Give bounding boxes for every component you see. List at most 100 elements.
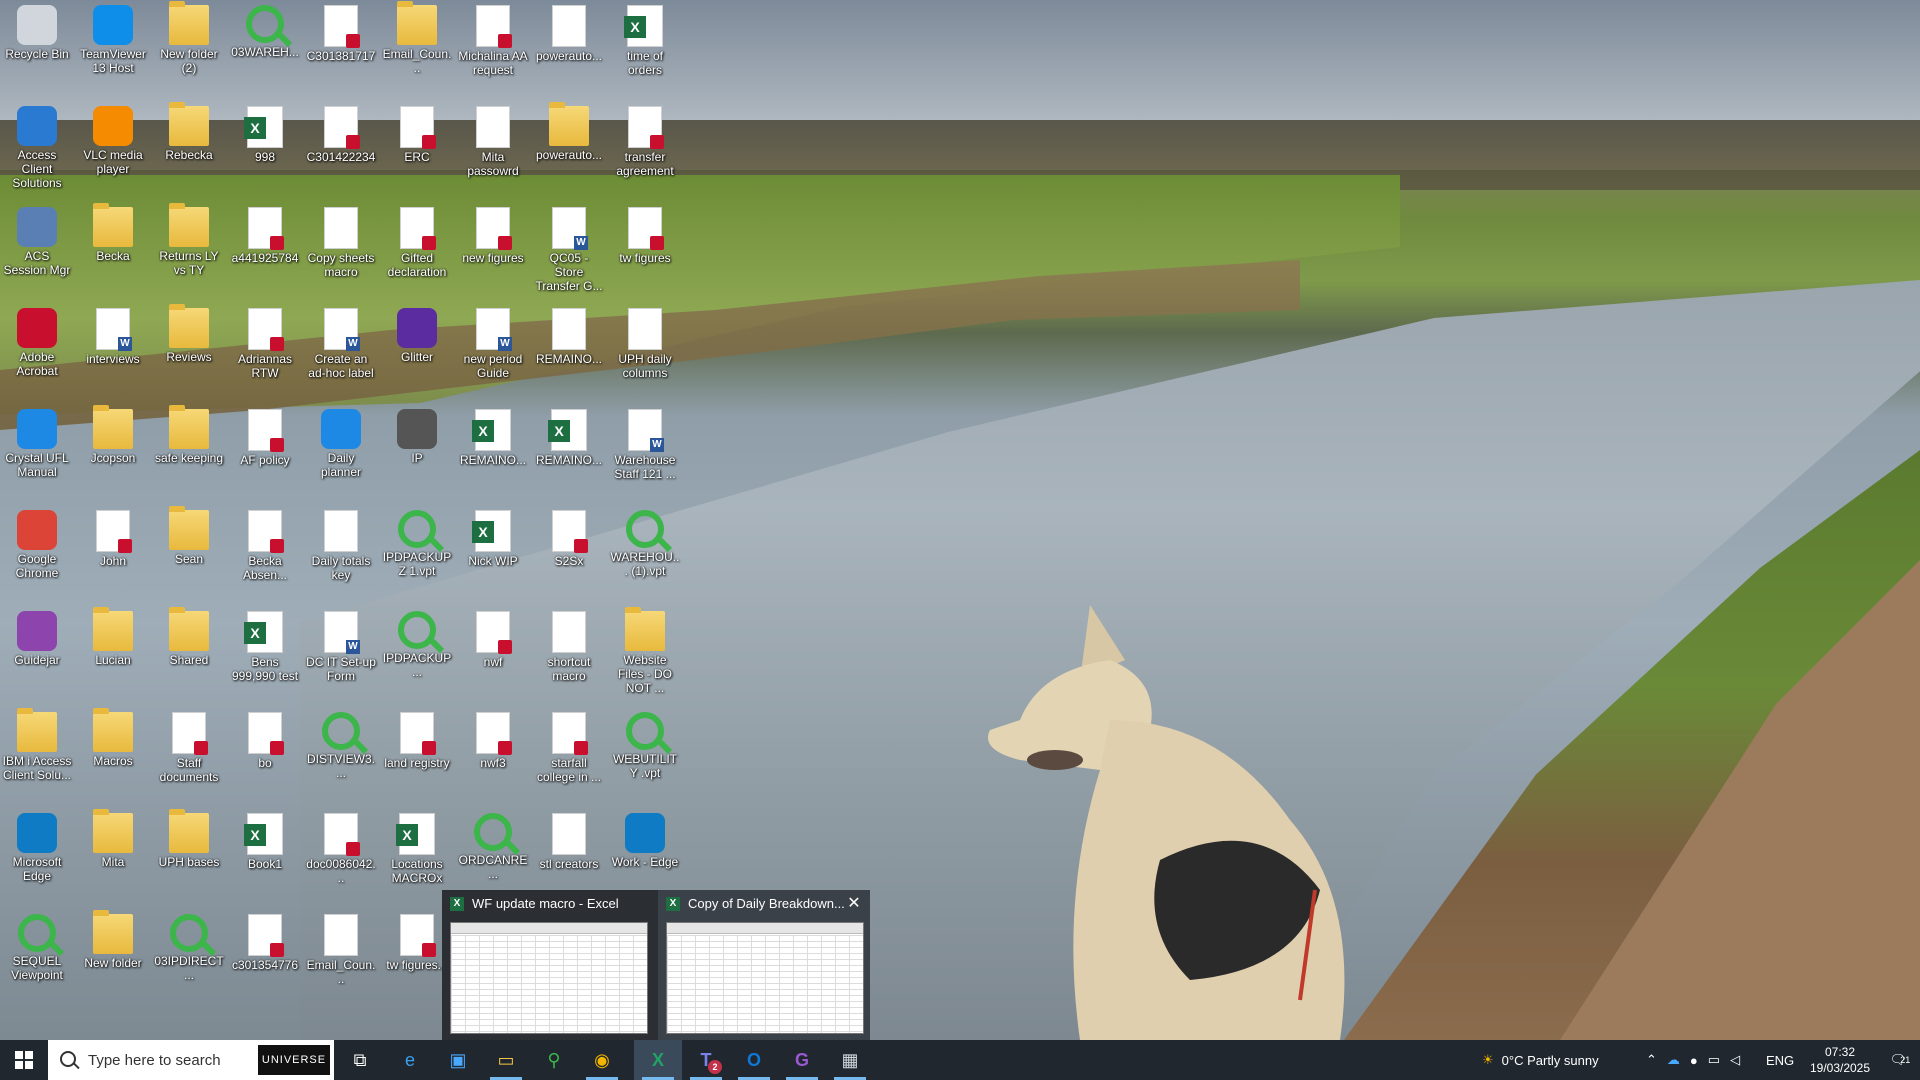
desktop-icon[interactable]: 03IPDIRECT...: [154, 914, 224, 982]
desktop-icon[interactable]: Website Files - DO NOT ...: [610, 607, 680, 695]
edge-taskbar-button[interactable]: e: [386, 1040, 434, 1080]
desktop-icon[interactable]: DISTVIEW3....: [306, 712, 376, 780]
search-highlight-badge[interactable]: UNIVERSE: [258, 1045, 330, 1075]
desktop-icon[interactable]: safe keeping: [154, 405, 224, 465]
desktop-icon[interactable]: Glitter: [382, 308, 452, 364]
desktop-icon[interactable]: Sean: [154, 506, 224, 566]
desktop-icon[interactable]: Shared: [154, 607, 224, 667]
desktop-icon[interactable]: Microsoft Edge: [2, 813, 72, 883]
notification-center-button[interactable]: 🗨 21: [1880, 1040, 1920, 1080]
desktop-icon[interactable]: Copy sheets macro: [306, 207, 376, 279]
start-button[interactable]: [0, 1040, 48, 1080]
desktop-icon[interactable]: land registry: [382, 712, 452, 770]
desktop-icon[interactable]: powerauto...: [534, 102, 604, 162]
excel-taskbar-button[interactable]: X: [634, 1040, 682, 1080]
desktop-icon[interactable]: Daily totals key: [306, 510, 376, 582]
desktop-icon[interactable]: Jcopson: [78, 405, 148, 465]
desktop-icon[interactable]: Locations MACROx: [382, 813, 452, 885]
desktop-icon[interactable]: shortcut macro: [534, 611, 604, 683]
desktop-icon[interactable]: QC05 - Store Transfer G...: [534, 207, 604, 293]
desktop-icon[interactable]: Reviews: [154, 304, 224, 364]
app-taskbar-button[interactable]: ▦: [826, 1040, 874, 1080]
volume-icon[interactable]: ◁: [1730, 1052, 1740, 1068]
desktop-icon[interactable]: Bens 999,990 test: [230, 611, 300, 683]
desktop-icon[interactable]: Nick WIP: [458, 510, 528, 568]
desktop-icon[interactable]: Daily planner: [306, 409, 376, 479]
desktop-icon[interactable]: IBM i Access Client Solu...: [2, 708, 72, 782]
desktop-icon[interactable]: WEBUTILITY .vpt: [610, 712, 680, 780]
task-view-button[interactable]: ⧉: [336, 1040, 384, 1080]
desktop-icon[interactable]: Becka Absen...: [230, 510, 300, 582]
desktop-icon[interactable]: New folder (2): [154, 1, 224, 75]
preview-thumbnail[interactable]: [666, 922, 864, 1034]
desktop-icon[interactable]: Macros: [78, 708, 148, 768]
desktop-icon[interactable]: Lucian: [78, 607, 148, 667]
desktop-icon[interactable]: C301381717: [306, 5, 376, 63]
desktop-icon[interactable]: ACS Session Mgr: [2, 207, 72, 277]
close-icon[interactable]: ✕: [844, 894, 864, 914]
desktop-icon[interactable]: Email_Coun...: [306, 914, 376, 986]
desktop-icon[interactable]: Mita: [78, 809, 148, 869]
desktop-icon[interactable]: Michalina AA request: [458, 5, 528, 77]
desktop-icon[interactable]: Gifted declaration: [382, 207, 452, 279]
clock[interactable]: 07:32 19/03/2025: [1800, 1040, 1880, 1080]
desktop-icon[interactable]: IPDPACKUP...: [382, 611, 452, 679]
desktop-icon[interactable]: powerauto...: [534, 5, 604, 63]
desktop-icon[interactable]: transfer agreement: [610, 106, 680, 178]
desktop-icon[interactable]: 998: [230, 106, 300, 164]
desktop-icon[interactable]: REMAINO...: [534, 308, 604, 366]
desktop-icon[interactable]: UPH daily columns: [610, 308, 680, 380]
desktop-icon[interactable]: Access Client Solutions: [2, 106, 72, 190]
weather-widget[interactable]: ☀ 0°C Partly sunny: [1482, 1040, 1599, 1080]
glitter-taskbar-button[interactable]: G: [778, 1040, 826, 1080]
desktop-icon[interactable]: DC IT Set-up Form: [306, 611, 376, 683]
desktop-icon[interactable]: ORDCANRE...: [458, 813, 528, 881]
preview-window-copy-of-daily-breakdown[interactable]: X Copy of Daily Breakdown... ✕: [658, 890, 870, 1040]
chevron-up-icon[interactable]: ⌃: [1646, 1052, 1657, 1068]
desktop-icon[interactable]: IP: [382, 409, 452, 465]
network-icon[interactable]: ▭: [1708, 1052, 1720, 1068]
chrome-taskbar-button[interactable]: ◉: [578, 1040, 626, 1080]
desktop-icon[interactable]: stl creators: [534, 813, 604, 871]
file-explorer-taskbar-button[interactable]: ▭: [482, 1040, 530, 1080]
desktop-icon[interactable]: Becka: [78, 203, 148, 263]
desktop-icon[interactable]: AF policy: [230, 409, 300, 467]
desktop-icon[interactable]: Work - Edge: [610, 813, 680, 869]
desktop-icon[interactable]: tw figures: [610, 207, 680, 265]
desktop-icon[interactable]: Warehouse Staff 121 ...: [610, 409, 680, 481]
desktop-icon[interactable]: new period Guide: [458, 308, 528, 380]
desktop-icon[interactable]: Returns LY vs TY: [154, 203, 224, 277]
desktop-icon[interactable]: John: [78, 510, 148, 568]
teams-taskbar-button[interactable]: T2: [682, 1040, 730, 1080]
desktop-icon[interactable]: Recycle Bin: [2, 5, 72, 61]
desktop-icon[interactable]: Adobe Acrobat: [2, 308, 72, 378]
desktop-icon[interactable]: new figures: [458, 207, 528, 265]
desktop-icon[interactable]: nwf: [458, 611, 528, 669]
input-language[interactable]: ENG: [1766, 1040, 1794, 1080]
desktop-icon[interactable]: VLC media player: [78, 106, 148, 176]
desktop-icon[interactable]: Book1: [230, 813, 300, 871]
desktop-icon[interactable]: Staff documents: [154, 712, 224, 784]
preview-window-wf-update-macro[interactable]: X WF update macro - Excel: [442, 890, 654, 1040]
desktop-icon[interactable]: UPH bases: [154, 809, 224, 869]
preview-thumbnail[interactable]: [450, 922, 648, 1034]
desktop-icon[interactable]: interviews: [78, 308, 148, 366]
desktop-icon[interactable]: Google Chrome: [2, 510, 72, 580]
desktop-icon[interactable]: starfall college in ...: [534, 712, 604, 784]
desktop-icon[interactable]: a441925784: [230, 207, 300, 265]
desktop-icon[interactable]: Crystal UFL Manual: [2, 409, 72, 479]
desktop-icon[interactable]: S2Sx: [534, 510, 604, 568]
microphone-icon[interactable]: ●: [1690, 1053, 1698, 1068]
desktop-icon[interactable]: 03WAREH...: [230, 5, 300, 59]
store-taskbar-button[interactable]: ▣: [434, 1040, 482, 1080]
desktop-icon[interactable]: c301354776: [230, 914, 300, 972]
taskbar-search-box[interactable]: Type here to search UNIVERSE: [48, 1040, 334, 1080]
desktop-icon[interactable]: SEQUEL Viewpoint: [2, 914, 72, 982]
desktop-icon[interactable]: REMAINO...: [458, 409, 528, 467]
sequel-taskbar-button[interactable]: ⚲: [530, 1040, 578, 1080]
desktop-icon[interactable]: TeamViewer 13 Host: [78, 5, 148, 75]
desktop-icon[interactable]: Mita passowrd: [458, 106, 528, 178]
desktop-icon[interactable]: REMAINO...: [534, 409, 604, 467]
desktop-icon[interactable]: bo: [230, 712, 300, 770]
desktop-icon[interactable]: Adriannas RTW: [230, 308, 300, 380]
